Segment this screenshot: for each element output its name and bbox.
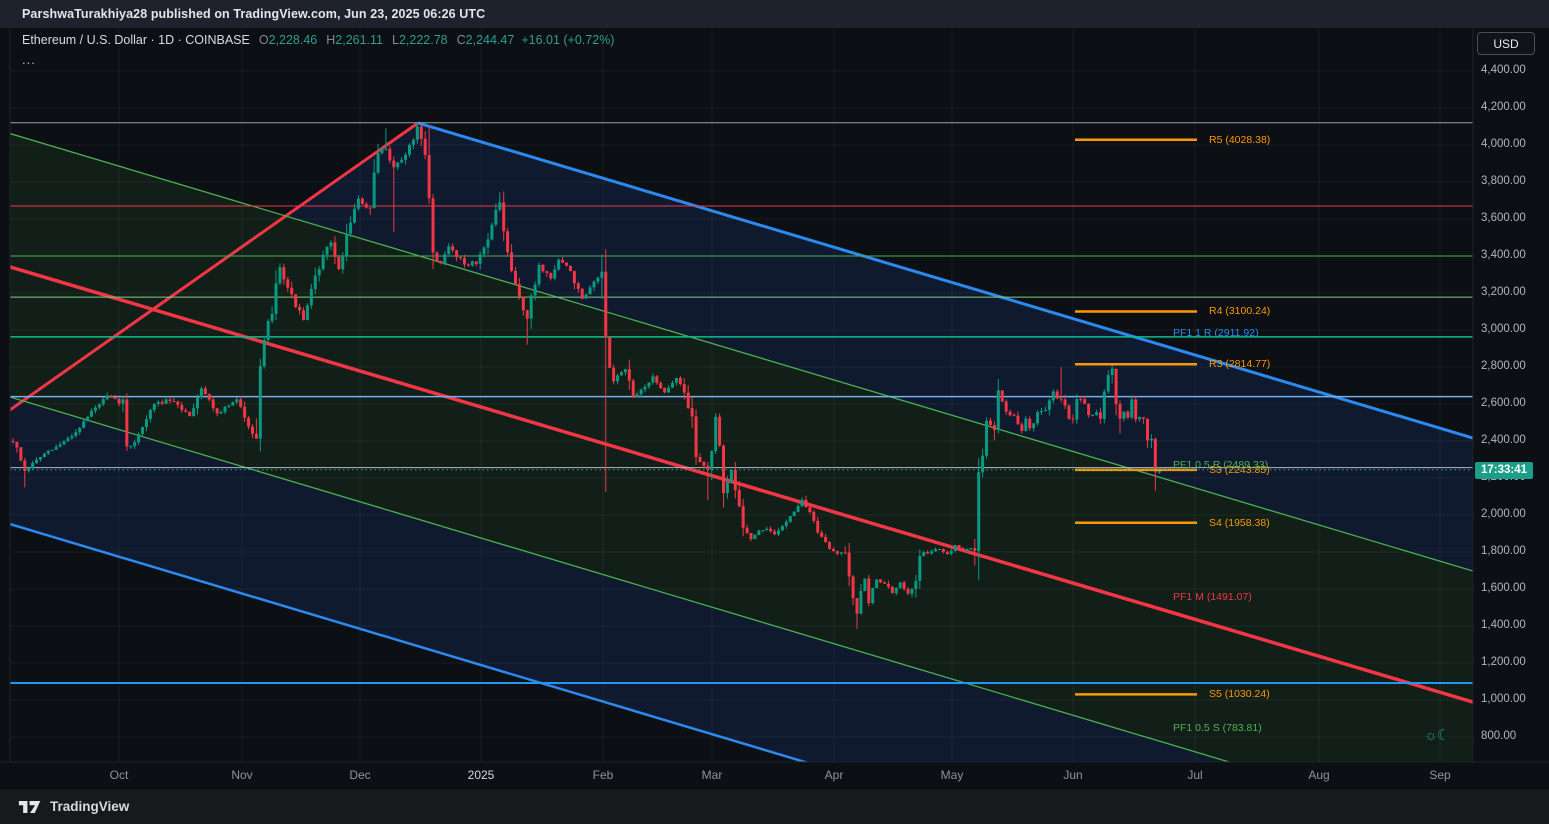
time-axis-label-May: May <box>941 768 964 782</box>
price-axis-label: 3,200.00 <box>1481 286 1526 298</box>
pitchfan-label-3: PF1 0.5 S (783.81) <box>1173 722 1262 734</box>
price-axis-label: 2,600.00 <box>1481 397 1526 409</box>
time-axis-label-Sep: Sep <box>1429 768 1450 782</box>
price-axis-label: 1,600.00 <box>1481 582 1526 594</box>
pivot-label-S5: S5 (1030.24) <box>1209 688 1270 700</box>
pivot-label-R4: R4 (3100.24) <box>1209 305 1270 317</box>
time-axis-label-2025: 2025 <box>468 768 495 782</box>
candlestick-chart[interactable] <box>0 0 1549 824</box>
price-axis-label: 1,000.00 <box>1481 693 1526 705</box>
tradingview-logo-text: TradingView <box>50 799 129 814</box>
time-axis-label-Mar: Mar <box>702 768 723 782</box>
footer-bar: TradingView <box>0 788 1549 824</box>
pitchfan-label-0: PF1 1 R (2911.92) <box>1173 327 1259 339</box>
price-axis-label: 1,400.00 <box>1481 619 1526 631</box>
more-indicators[interactable]: ... <box>22 52 36 67</box>
time-axis-label-Feb: Feb <box>593 768 614 782</box>
ohlc-close: C2,244.47 <box>455 33 515 47</box>
price-axis-label: 4,200.00 <box>1481 101 1526 113</box>
time-axis-label-Jun: Jun <box>1063 768 1082 782</box>
pivot-label-S4: S4 (1958.38) <box>1209 517 1270 529</box>
countdown-badge: 17:33:41 <box>1475 462 1533 479</box>
ohlc-high: H2,261.11 <box>324 33 383 47</box>
pitchfan-label-2: PF1 M (1491.07) <box>1173 591 1252 603</box>
time-axis-label-Jul: Jul <box>1187 768 1202 782</box>
price-axis-label: 1,800.00 <box>1481 545 1526 557</box>
time-axis-label-Apr: Apr <box>825 768 844 782</box>
price-axis-label: 3,400.00 <box>1481 249 1526 261</box>
price-axis-label: 3,600.00 <box>1481 212 1526 224</box>
price-axis-label: 2,000.00 <box>1481 508 1526 520</box>
change-text: +16.01 (+0.72%) <box>521 33 614 47</box>
time-axis-label-Oct: Oct <box>110 768 129 782</box>
price-axis-label: 4,000.00 <box>1481 138 1526 150</box>
tradingview-logo-icon <box>18 799 42 815</box>
price-axis-label: 4,400.00 <box>1481 64 1526 76</box>
price-axis-label: 2,800.00 <box>1481 360 1526 372</box>
price-axis-label: 3,800.00 <box>1481 175 1526 187</box>
price-axis-label: 800.00 <box>1481 730 1516 742</box>
pivot-label-R3: R3 (2814.77) <box>1209 358 1270 370</box>
time-axis-label-Nov: Nov <box>231 768 252 782</box>
price-axis-label: 3,000.00 <box>1481 323 1526 335</box>
ohlc-open: O2,228.46 <box>257 33 317 47</box>
publish-bar: ParshwaTurakhiya28 published on TradingV… <box>0 0 1549 28</box>
pitchfan-label-1: PF1 0.5 R (2489.33) <box>1173 459 1268 471</box>
time-axis-label-Dec: Dec <box>349 768 370 782</box>
price-axis-label: 1,200.00 <box>1481 656 1526 668</box>
sun-moon-icon: ☼☾ <box>1424 726 1449 744</box>
price-axis-label: 2,400.00 <box>1481 434 1526 446</box>
symbol-title: Ethereum / U.S. Dollar · 1D · COINBASE <box>22 33 250 47</box>
currency-usd-button[interactable]: USD <box>1477 32 1535 55</box>
tradingview-logo[interactable]: TradingView <box>18 799 129 815</box>
ohlc-low: L2,222.78 <box>390 33 448 47</box>
time-axis-label-Aug: Aug <box>1308 768 1329 782</box>
symbol-header[interactable]: Ethereum / U.S. Dollar · 1D · COINBASE O… <box>22 33 614 47</box>
publish-text: ParshwaTurakhiya28 published on TradingV… <box>22 7 485 21</box>
pivot-label-R5: R5 (4028.38) <box>1209 134 1270 146</box>
plot-area[interactable] <box>10 28 1473 824</box>
